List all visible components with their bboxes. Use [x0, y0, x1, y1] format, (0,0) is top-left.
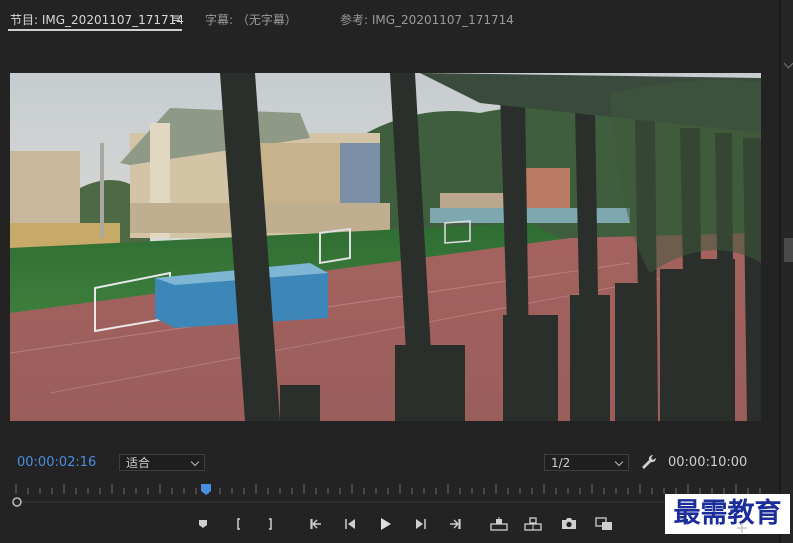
panel-menu-icon[interactable]: ≡ — [171, 11, 181, 25]
camera-icon — [561, 517, 577, 533]
tab-program[interactable]: 节目: IMG_20201107_171714 — [10, 11, 184, 28]
compare-icon — [595, 516, 613, 534]
play-icon — [378, 517, 392, 534]
resolution-value: 1/2 — [551, 456, 571, 470]
mark-out-icon — [265, 517, 275, 533]
export-frame-button[interactable] — [560, 516, 578, 534]
video-frame — [10, 73, 761, 421]
add-marker-button[interactable] — [194, 516, 212, 534]
compare-view-button[interactable] — [595, 516, 613, 534]
step-back-icon — [344, 518, 356, 533]
go-to-out-icon — [448, 518, 462, 533]
zoom-level-value: 适合 — [126, 456, 151, 470]
add-button-icon — [736, 522, 748, 537]
add-button[interactable] — [733, 520, 751, 538]
marker-icon — [198, 518, 208, 532]
mark-in-icon — [234, 517, 244, 533]
extract-icon — [524, 516, 542, 534]
mark-in-button[interactable] — [230, 516, 248, 534]
active-tab-indicator — [8, 29, 182, 31]
chevron-down-icon — [614, 457, 624, 467]
scrollbar-thumb[interactable] — [784, 238, 793, 262]
mark-out-button[interactable] — [261, 516, 279, 534]
go-to-out-button[interactable] — [446, 516, 464, 534]
lift-icon — [490, 516, 508, 534]
go-to-in-button[interactable] — [307, 516, 325, 534]
timeline-ruler[interactable] — [10, 482, 770, 508]
current-timecode[interactable]: 00:00:02:16 — [17, 455, 96, 470]
duration-timecode: 00:00:10:00 — [668, 455, 748, 470]
go-to-in-icon — [309, 518, 323, 533]
chevron-down-icon — [190, 457, 200, 467]
extract-button[interactable] — [524, 516, 542, 534]
wrench-icon[interactable] — [640, 453, 658, 474]
watermark-logo: 最需教育 — [665, 494, 790, 534]
tab-captions[interactable]: 字幕: （无字幕） — [205, 11, 297, 28]
playback-resolution-select[interactable]: 1/2 — [544, 454, 629, 471]
playhead[interactable] — [201, 484, 211, 495]
lift-button[interactable] — [490, 516, 508, 534]
play-button[interactable] — [376, 516, 394, 534]
zoom-level-select[interactable]: 适合 — [119, 454, 205, 471]
tab-reference[interactable]: 参考: IMG_20201107_171714 — [340, 11, 514, 28]
program-monitor-video[interactable] — [10, 73, 761, 421]
panel-tab-bar: 节目: IMG_20201107_171714 ≡ 字幕: （无字幕） 参考: … — [0, 0, 793, 34]
step-back-button[interactable] — [341, 516, 359, 534]
step-forward-button[interactable] — [412, 516, 430, 534]
step-forward-icon — [415, 518, 427, 533]
vertical-scrollbar[interactable] — [781, 0, 793, 543]
